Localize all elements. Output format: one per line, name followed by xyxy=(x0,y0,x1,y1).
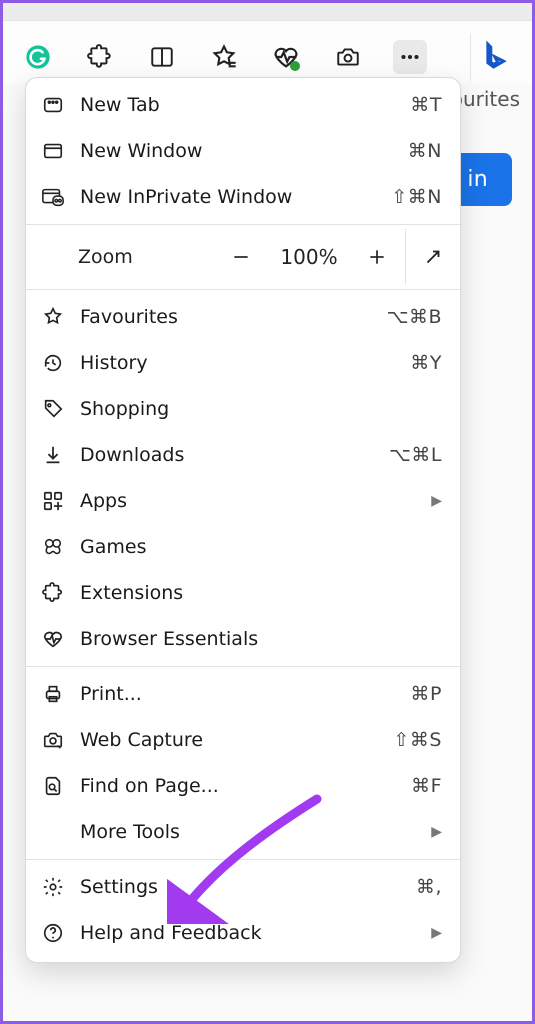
menu-shortcut: ⇧⌘N xyxy=(391,186,442,208)
bing-icon[interactable] xyxy=(470,33,518,81)
games-icon xyxy=(40,536,66,558)
menu-shortcut: ⌘F xyxy=(411,775,442,797)
menu-item-settings[interactable]: Settings ⌘, xyxy=(26,864,460,910)
split-screen-icon[interactable] xyxy=(145,40,179,74)
menu-label: Find on Page... xyxy=(80,775,397,797)
download-icon xyxy=(40,444,66,466)
zoom-out-button[interactable] xyxy=(213,229,269,285)
tag-icon xyxy=(40,398,66,420)
extensions-icon[interactable] xyxy=(83,40,117,74)
menu-item-favourites[interactable]: Favourites ⌥⌘B xyxy=(26,294,460,340)
settings-and-more-menu: New Tab ⌘T New Window ⌘N New InPrivate W… xyxy=(25,77,461,963)
inprivate-icon xyxy=(40,186,66,208)
fullscreen-button[interactable] xyxy=(406,229,460,285)
menu-item-more-tools[interactable]: More Tools ▶ xyxy=(26,809,460,855)
menu-label: Browser Essentials xyxy=(80,628,442,650)
menu-separator xyxy=(26,666,460,667)
menu-item-zoom: Zoom 100% xyxy=(26,229,460,285)
chevron-right-icon: ▶ xyxy=(431,824,442,840)
menu-label: New Window xyxy=(80,140,394,162)
menu-label: Print... xyxy=(80,683,397,705)
menu-separator xyxy=(26,859,460,860)
history-icon xyxy=(40,352,66,374)
menu-item-apps[interactable]: Apps ▶ xyxy=(26,478,460,524)
menu-item-extensions[interactable]: Extensions xyxy=(26,570,460,616)
menu-label: Favourites xyxy=(80,306,373,328)
menu-item-games[interactable]: Games xyxy=(26,524,460,570)
grammarly-icon[interactable] xyxy=(21,40,55,74)
new-window-icon xyxy=(40,140,66,162)
menu-label: Web Capture xyxy=(80,729,380,751)
menu-item-new-inprivate[interactable]: New InPrivate Window ⇧⌘N xyxy=(26,174,460,220)
menu-shortcut: ⌘Y xyxy=(410,352,442,374)
menu-shortcut: ⌘, xyxy=(416,876,442,898)
web-capture-toolbar-icon[interactable] xyxy=(331,40,365,74)
menu-item-downloads[interactable]: Downloads ⌥⌘L xyxy=(26,432,460,478)
menu-item-print[interactable]: Print... ⌘P xyxy=(26,671,460,717)
new-tab-icon xyxy=(40,94,66,116)
menu-label: Extensions xyxy=(80,582,442,604)
menu-label: Games xyxy=(80,536,442,558)
gear-icon xyxy=(40,876,66,898)
menu-label: Shopping xyxy=(80,398,442,420)
menu-label: Help and Feedback xyxy=(80,922,413,944)
menu-item-web-capture[interactable]: Web Capture ⇧⌘S xyxy=(26,717,460,763)
heart-pulse-icon xyxy=(40,628,66,650)
menu-shortcut: ⇧⌘S xyxy=(394,729,442,751)
menu-separator xyxy=(26,289,460,290)
more-menu-button[interactable] xyxy=(393,40,427,74)
menu-shortcut: ⌥⌘B xyxy=(387,306,442,328)
menu-shortcut: ⌘N xyxy=(408,140,442,162)
menu-label: Apps xyxy=(80,490,413,512)
chevron-right-icon: ▶ xyxy=(431,925,442,941)
browser-essentials-toolbar-icon[interactable] xyxy=(269,40,303,74)
zoom-label: Zoom xyxy=(78,246,163,268)
menu-item-shopping[interactable]: Shopping xyxy=(26,386,460,432)
menu-shortcut: ⌘P xyxy=(411,683,442,705)
star-icon xyxy=(40,306,66,328)
menu-item-new-window[interactable]: New Window ⌘N xyxy=(26,128,460,174)
menu-label: More Tools xyxy=(80,821,413,843)
menu-label: History xyxy=(80,352,396,374)
menu-shortcut: ⌥⌘L xyxy=(389,444,442,466)
zoom-percent: 100% xyxy=(269,245,349,269)
puzzle-icon xyxy=(40,582,66,604)
printer-icon xyxy=(40,683,66,705)
window-titlebar xyxy=(3,3,532,21)
help-icon xyxy=(40,922,66,944)
camera-icon xyxy=(40,729,66,751)
zoom-in-button[interactable] xyxy=(349,229,405,285)
menu-item-help-feedback[interactable]: Help and Feedback ▶ xyxy=(26,910,460,956)
favourites-toolbar-icon[interactable] xyxy=(207,40,241,74)
menu-shortcut: ⌘T xyxy=(410,94,442,116)
menu-item-history[interactable]: History ⌘Y xyxy=(26,340,460,386)
find-icon xyxy=(40,775,66,797)
menu-item-new-tab[interactable]: New Tab ⌘T xyxy=(26,82,460,128)
menu-label: Settings xyxy=(80,876,402,898)
menu-label: New InPrivate Window xyxy=(80,186,377,208)
menu-separator xyxy=(26,224,460,225)
menu-label: New Tab xyxy=(80,94,396,116)
apps-icon xyxy=(40,490,66,512)
chevron-right-icon: ▶ xyxy=(431,493,442,509)
menu-item-find-on-page[interactable]: Find on Page... ⌘F xyxy=(26,763,460,809)
menu-label: Downloads xyxy=(80,444,375,466)
menu-item-browser-essentials[interactable]: Browser Essentials xyxy=(26,616,460,662)
